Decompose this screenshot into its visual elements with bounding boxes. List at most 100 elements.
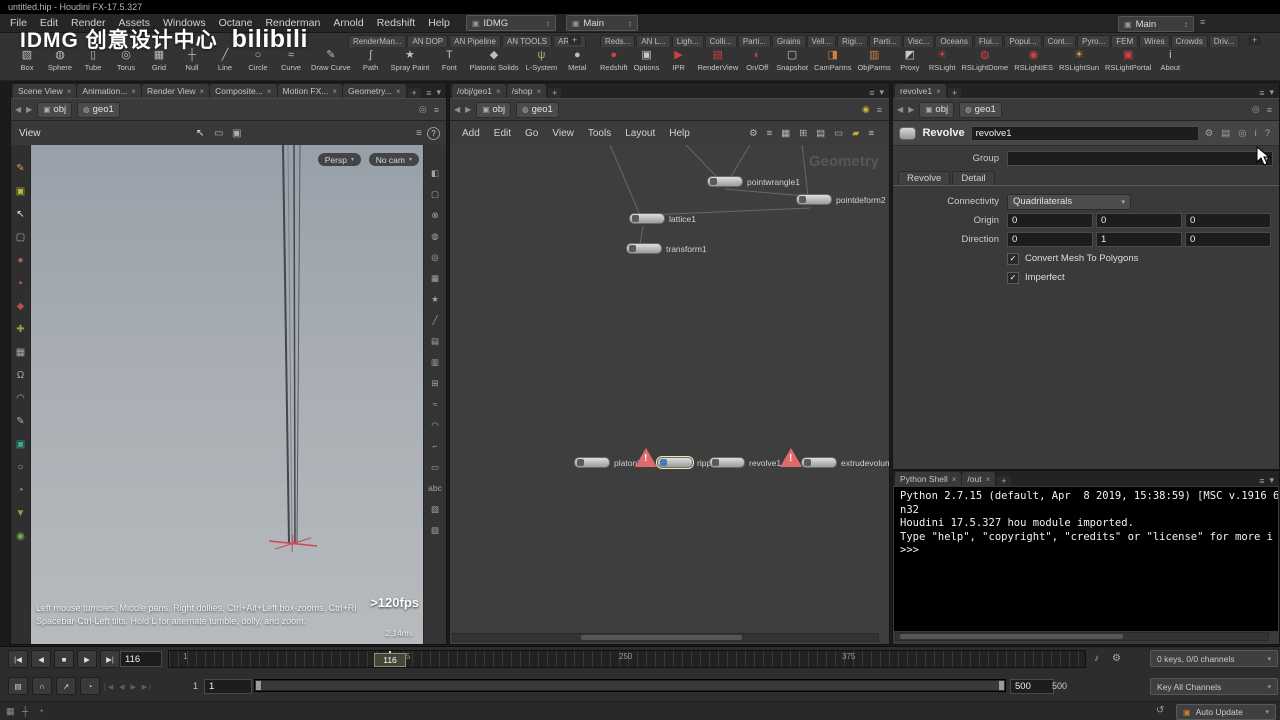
viewport-tool-icon[interactable]: ▦ bbox=[16, 347, 25, 358]
close-icon[interactable]: × bbox=[536, 87, 541, 96]
shelf-tool[interactable]: ◐ On/Off bbox=[744, 49, 770, 72]
display-toggle-icon[interactable]: ▢ bbox=[431, 190, 439, 199]
shelf-tab[interactable]: Vell... bbox=[806, 35, 837, 47]
camera-dropdown[interactable]: No cam ▾ bbox=[368, 153, 419, 166]
shelf-tool[interactable]: T Font bbox=[436, 49, 462, 72]
close-icon[interactable]: × bbox=[496, 87, 501, 96]
python-console[interactable]: Python 2.7.15 (default, Apr 8 2019, 15:3… bbox=[894, 487, 1278, 631]
viewport-tool-icon[interactable]: ▼ bbox=[16, 508, 26, 519]
pin-icon[interactable]: ◎ bbox=[1252, 104, 1260, 115]
shelf-tool[interactable]: ◍ RSLightDome bbox=[962, 49, 1009, 72]
shelf-tool[interactable]: ◩ Proxy bbox=[897, 49, 923, 72]
shelf-tool[interactable]: ◎ Torus bbox=[113, 49, 139, 72]
display-toggle-icon[interactable]: ⊗ bbox=[431, 211, 438, 220]
pathbar-menu-icon[interactable]: ≡ bbox=[877, 105, 882, 115]
node-name-field[interactable]: revolve1 bbox=[970, 125, 1199, 141]
network-hscrollbar[interactable] bbox=[452, 633, 879, 642]
node-lattice1[interactable]: lattice1 bbox=[629, 213, 696, 224]
display-toggle-icon[interactable]: ★ bbox=[431, 295, 439, 304]
display-toggle-icon[interactable]: ⊞ bbox=[431, 379, 438, 388]
display-toggle-icon[interactable]: abc bbox=[428, 484, 442, 493]
pane-dropdown-icon[interactable]: ▾ bbox=[436, 87, 441, 98]
snap-tool-icon[interactable]: ▣ bbox=[232, 128, 241, 139]
path-chip-geo1[interactable]: ◍ geo1 bbox=[516, 101, 559, 118]
display-toggle-icon[interactable]: ◠ bbox=[431, 421, 438, 430]
shelf-tool[interactable]: ▥ ObjParms bbox=[857, 49, 890, 72]
network-toolbar-icon[interactable]: ▦ bbox=[781, 128, 790, 139]
display-toggle-icon[interactable]: ⌐ bbox=[433, 442, 438, 451]
node-revolve1[interactable]: revolve1 bbox=[709, 457, 781, 468]
shelf-tool[interactable]: ψ L-System bbox=[526, 49, 558, 72]
path-chip-obj[interactable]: ▣ obj bbox=[919, 101, 955, 118]
shelf-tool[interactable]: ▤ RenderView bbox=[698, 49, 739, 72]
display-toggle-icon[interactable]: ▦ bbox=[431, 274, 439, 283]
new-tab-button[interactable]: + bbox=[407, 88, 421, 98]
shelf-tool[interactable]: i About bbox=[1157, 49, 1183, 72]
back-icon[interactable]: ◀ bbox=[15, 105, 21, 114]
shelf-add-tab-button[interactable]: + bbox=[1248, 35, 1262, 45]
realtime-icon[interactable]: ◔ bbox=[80, 677, 100, 695]
shelf-tab[interactable]: Reds... bbox=[600, 35, 636, 47]
viewport-tool-icon[interactable]: ◔ bbox=[17, 485, 23, 496]
pathbar-menu-icon[interactable]: ≡ bbox=[1267, 105, 1272, 115]
shelf-tab[interactable]: RenderMan... bbox=[348, 35, 407, 47]
close-icon[interactable]: × bbox=[267, 87, 272, 96]
film-icon[interactable]: ▤ bbox=[8, 677, 28, 695]
shelf-tool[interactable]: ▣ Options bbox=[634, 49, 660, 72]
new-tab-button[interactable]: + bbox=[997, 476, 1011, 486]
shelf-tool[interactable]: ☀ RSLight bbox=[929, 49, 956, 72]
shelf-tab[interactable]: Visc... bbox=[902, 35, 935, 47]
main-desktop-combo-right[interactable]: ▣ Main ↕ bbox=[1118, 16, 1194, 32]
pane-tab[interactable]: Render View × bbox=[141, 84, 210, 98]
close-icon[interactable]: × bbox=[199, 87, 204, 96]
help-icon[interactable]: ? bbox=[1265, 128, 1270, 139]
viewport-canvas[interactable]: Persp ▾ No cam ▾ >120fps 2.14ms Left mou… bbox=[31, 145, 423, 644]
viewport-tool-icon[interactable]: ● bbox=[17, 255, 23, 266]
network-menu-item[interactable]: Edit bbox=[494, 128, 511, 139]
node-extrudevolume1[interactable]: extrudevolume1 bbox=[801, 457, 889, 468]
pane-tab[interactable]: /out × bbox=[962, 472, 996, 486]
pane-menu-icon[interactable]: ≡ bbox=[1259, 476, 1264, 486]
help-icon[interactable]: ? bbox=[427, 127, 440, 140]
pane-dropdown-icon[interactable]: ▾ bbox=[1269, 87, 1274, 98]
key-all-channels-dropdown[interactable]: Key All Channels ▾ bbox=[1150, 678, 1278, 695]
display-toggle-icon[interactable]: ▭ bbox=[431, 463, 439, 472]
pane-tab[interactable]: Python Shell × bbox=[895, 472, 962, 486]
select-tool-icon[interactable]: ↖ bbox=[196, 128, 204, 139]
shelf-tool[interactable]: ╱ Line bbox=[212, 49, 238, 72]
undo-icon[interactable]: ↺ bbox=[1156, 705, 1164, 716]
pane-dropdown-icon[interactable]: ▾ bbox=[879, 87, 884, 98]
range-slider-left-handle[interactable] bbox=[255, 680, 262, 691]
shelf-tool[interactable]: ★ Spray Paint bbox=[391, 49, 430, 72]
view-menu[interactable]: View bbox=[19, 128, 41, 139]
shelf-tab[interactable]: Crowds bbox=[1170, 35, 1208, 47]
network-toolbar-icon[interactable]: ⊞ bbox=[799, 128, 807, 139]
viewport-tool-icon[interactable]: ▢ bbox=[16, 232, 25, 243]
node-pointwrangle1[interactable]: pointwrangle1 bbox=[707, 176, 800, 187]
menu-item[interactable]: Arnold bbox=[333, 17, 363, 29]
shelf-tool[interactable]: ● Redshift bbox=[600, 49, 628, 72]
shelf-tool[interactable]: ∫ Path bbox=[358, 49, 384, 72]
origin-z-field[interactable]: 0 bbox=[1185, 213, 1271, 228]
shelf-tab[interactable]: Driv... bbox=[1208, 35, 1240, 47]
go-to-end-button[interactable]: ▶| bbox=[100, 650, 120, 668]
back-icon[interactable]: ◀ bbox=[454, 105, 460, 114]
viewport-tool-icon[interactable]: ▣ bbox=[16, 439, 25, 450]
display-toggle-icon[interactable]: ◧ bbox=[431, 169, 439, 178]
gear-icon[interactable]: ⚙ bbox=[1205, 128, 1214, 139]
info-icon[interactable]: i bbox=[1255, 128, 1257, 139]
display-toggle-icon[interactable]: ▨ bbox=[431, 526, 439, 535]
display-toggle-icon[interactable]: ▤ bbox=[431, 337, 439, 346]
menu-item[interactable]: Render bbox=[71, 17, 105, 29]
shelf-tool[interactable]: ✎ Draw Curve bbox=[311, 49, 351, 72]
flag-icon[interactable]: ◎ bbox=[419, 104, 427, 115]
menu-item[interactable]: File bbox=[10, 17, 27, 29]
display-toggle-icon[interactable]: ╱ bbox=[432, 316, 437, 325]
network-toolbar-icon[interactable]: ▤ bbox=[816, 128, 825, 139]
network-menu-item[interactable]: Layout bbox=[625, 128, 655, 139]
network-toolbar-icon[interactable]: ⚙ bbox=[749, 128, 758, 139]
back-icon[interactable]: ◀ bbox=[897, 105, 903, 114]
shelf-tool[interactable]: ┼ Null bbox=[179, 49, 205, 72]
stop-button[interactable]: ■ bbox=[54, 650, 74, 668]
global-range-slider[interactable] bbox=[254, 679, 1006, 692]
